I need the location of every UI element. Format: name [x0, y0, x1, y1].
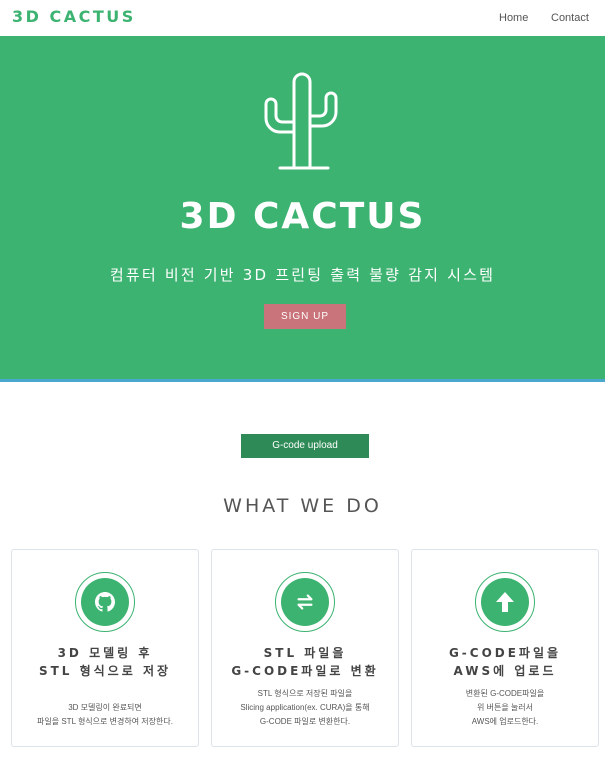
icon-ring [275, 572, 335, 632]
cactus-icon [264, 72, 338, 170]
icon-ring [75, 572, 135, 632]
hero-subtitle: 컴퓨터 비전 기반 3D 프린팅 출력 불량 감지 시스템 [109, 266, 496, 284]
icon-ring [475, 572, 535, 632]
upload-arrow-icon [496, 592, 514, 612]
feature-card: STL 파일을 G-CODE파일로 변환 STL 형식으로 저장된 파일을 Sl… [211, 549, 399, 747]
hero-title: 3D CACTUS [179, 196, 426, 237]
card-description: STL 형식으로 저장된 파일을 Slicing application(ex.… [240, 689, 370, 726]
card-title: 3D 모델링 후 STL 형식으로 저장 [38, 646, 172, 678]
card-description: 변환된 G-CODE파일을 위 버튼을 눌러서 AWS에 업로드한다. [465, 689, 545, 726]
card-title: STL 파일을 G-CODE파일로 변환 [231, 646, 379, 678]
exchange-icon [297, 594, 313, 610]
signup-button[interactable]: SIGN UP [264, 304, 346, 329]
card-title: G-CODE파일을 AWS에 업로드 [448, 646, 562, 678]
card-description: 3D 모델링이 완료되면 파일을 STL 형식으로 변경하여 저장한다. [37, 703, 173, 726]
section-title: WHAT WE DO [223, 495, 382, 517]
nav-home-link[interactable]: Home [499, 12, 528, 24]
nav-contact-link[interactable]: Contact [551, 12, 589, 24]
gcode-upload-button[interactable]: G-code upload [241, 434, 369, 458]
feature-card: G-CODE파일을 AWS에 업로드 변환된 G-CODE파일을 위 버튼을 눌… [411, 549, 599, 747]
brand-logo[interactable]: 3D CACTUS [12, 7, 136, 26]
navbar: 3D CACTUS Home Contact [0, 0, 605, 36]
feature-card: 3D 모델링 후 STL 형식으로 저장 3D 모델링이 완료되면 파일을 ST… [11, 549, 199, 747]
github-icon [95, 592, 115, 612]
hero-section: 3D CACTUS 컴퓨터 비전 기반 3D 프린팅 출력 불량 감지 시스템 … [0, 36, 605, 382]
